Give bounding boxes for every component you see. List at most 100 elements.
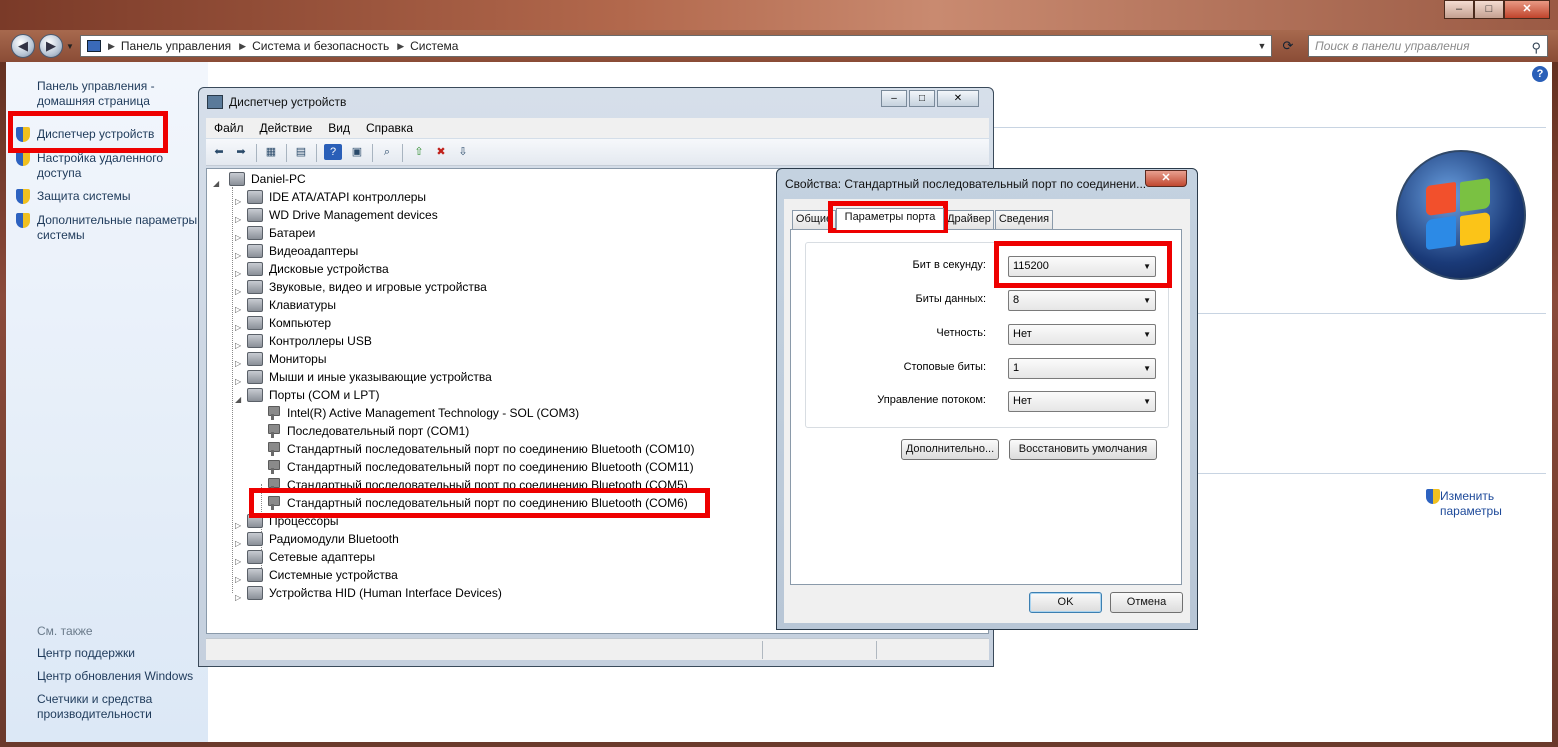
help-icon[interactable]: ?: [324, 144, 342, 160]
device-category-icon: [247, 298, 263, 312]
back-button[interactable]: ◀: [11, 34, 35, 58]
sidebar-item-remote-settings[interactable]: Настройка удаленного доступа: [37, 151, 205, 181]
search-icon[interactable]: ⚲: [1531, 38, 1541, 58]
data-bits-select[interactable]: 8 ▼: [1008, 290, 1156, 311]
serial-port-icon: [265, 424, 281, 438]
forward-button[interactable]: ▶: [39, 34, 63, 58]
collapse-icon[interactable]: ◢: [213, 175, 219, 193]
flow-control-label: Управление потоком:: [877, 394, 986, 406]
sidebar: Панель управления - домашняя страница Ди…: [6, 62, 208, 742]
scan-hardware-icon[interactable]: ⌕: [378, 144, 396, 160]
parity-label: Четность:: [936, 327, 986, 339]
breadcrumb-separator-icon: ▶: [108, 40, 115, 51]
restore-defaults-button[interactable]: Восстановить умолчания: [1009, 439, 1157, 460]
address-dropdown-icon[interactable]: ▼: [1255, 38, 1269, 54]
update-driver-icon[interactable]: ⇧: [410, 144, 428, 160]
refresh-icon: ⟳: [1282, 38, 1294, 53]
flow-control-select[interactable]: Нет ▼: [1008, 391, 1156, 412]
highlight-baud-rate: [994, 241, 1172, 288]
menu-help[interactable]: Справка: [366, 121, 413, 135]
dm-caption-buttons: – □ ✕: [881, 90, 979, 107]
data-bits-value: 8: [1013, 294, 1020, 306]
serial-port-icon: [265, 406, 281, 420]
dm-close-button[interactable]: ✕: [937, 90, 979, 107]
refresh-button[interactable]: ⟳: [1276, 35, 1300, 57]
cancel-button[interactable]: Отмена: [1110, 592, 1183, 613]
expand-icon[interactable]: ▷: [235, 283, 241, 301]
dialog-close-button[interactable]: ✕: [1145, 170, 1187, 187]
forward-arrow-icon: ▶: [46, 38, 56, 53]
breadcrumb-system-security[interactable]: Система и безопасность: [252, 39, 389, 53]
parity-select[interactable]: Нет ▼: [1008, 324, 1156, 345]
address-bar[interactable]: ▶ Панель управления ▶ Система и безопасн…: [80, 35, 1272, 57]
expand-icon[interactable]: ▷: [235, 535, 241, 553]
history-dropdown-icon[interactable]: ▼: [66, 42, 74, 51]
search-input[interactable]: Поиск в панели управления ⚲: [1308, 35, 1548, 57]
back-arrow-icon: ◀: [18, 38, 28, 53]
device-category-icon: [247, 226, 263, 240]
tab-driver[interactable]: Драйвер: [944, 210, 994, 229]
console-icon[interactable]: ▣: [348, 144, 366, 160]
highlight-device-manager: [8, 111, 168, 153]
expand-icon[interactable]: ▷: [235, 589, 241, 607]
expand-icon[interactable]: ▷: [235, 193, 241, 211]
see-also-heading: См. также: [37, 624, 93, 638]
data-bits-label: Биты данных:: [915, 293, 986, 305]
expand-icon[interactable]: ▷: [235, 229, 241, 247]
parity-value: Нет: [1013, 328, 1032, 340]
dm-maximize-button[interactable]: □: [909, 90, 935, 107]
stop-bits-select[interactable]: 1 ▼: [1008, 358, 1156, 379]
see-also-windows-update[interactable]: Центр обновления Windows: [37, 669, 205, 684]
expand-icon[interactable]: ▷: [235, 337, 241, 355]
forward-arrow-icon[interactable]: ➡: [232, 144, 250, 160]
dm-minimize-button[interactable]: –: [881, 90, 907, 107]
menu-file[interactable]: Файл: [214, 121, 244, 135]
chevron-down-icon: ▼: [1143, 330, 1151, 339]
dialog-title: Свойства: Стандартный последовательный п…: [785, 177, 1145, 191]
disable-device-icon[interactable]: ⇩: [454, 144, 472, 160]
breadcrumb-system[interactable]: Система: [410, 39, 458, 53]
device-category-icon: [247, 370, 263, 384]
tab-details[interactable]: Сведения: [995, 210, 1053, 229]
sidebar-home-link[interactable]: Панель управления - домашняя страница: [37, 79, 205, 109]
collapse-icon[interactable]: ◢: [235, 391, 241, 409]
menu-action[interactable]: Действие: [260, 121, 313, 135]
properties-icon[interactable]: ▤: [292, 144, 310, 160]
close-button[interactable]: ✕: [1504, 0, 1550, 19]
expand-icon[interactable]: ▷: [235, 247, 241, 265]
back-arrow-icon[interactable]: ⬅: [210, 144, 228, 160]
device-category-icon: [247, 280, 263, 294]
change-settings-link[interactable]: Изменить параметры: [1426, 489, 1530, 519]
sidebar-item-advanced-settings[interactable]: Дополнительные параметры системы: [37, 213, 205, 243]
sidebar-item-system-protection[interactable]: Защита системы: [37, 189, 205, 204]
minimize-button[interactable]: –: [1444, 0, 1474, 19]
see-also-action-center[interactable]: Центр поддержки: [37, 646, 205, 661]
device-category-icon: [247, 532, 263, 546]
ok-button[interactable]: OK: [1029, 592, 1102, 613]
breadcrumb-control-panel[interactable]: Панель управления: [121, 39, 231, 53]
see-also-performance[interactable]: Счетчики и средства производительности: [37, 692, 205, 722]
device-category-icon: [247, 262, 263, 276]
tab-port-settings[interactable]: Параметры порта: [836, 208, 944, 230]
chevron-down-icon: ▼: [1143, 364, 1151, 373]
expand-icon[interactable]: ▷: [235, 571, 241, 589]
expand-icon[interactable]: ▷: [235, 355, 241, 373]
expand-icon[interactable]: ▷: [235, 265, 241, 283]
help-icon[interactable]: ?: [1532, 66, 1548, 82]
advanced-button[interactable]: Дополнительно...: [901, 439, 999, 460]
expand-icon[interactable]: ▷: [235, 517, 241, 535]
breadcrumb-separator-icon: ▶: [397, 40, 405, 51]
maximize-button[interactable]: □: [1474, 0, 1504, 19]
serial-port-icon: [265, 460, 281, 474]
expand-icon[interactable]: ▷: [235, 373, 241, 391]
device-category-icon: [247, 316, 263, 330]
expand-icon[interactable]: ▷: [235, 301, 241, 319]
expand-icon[interactable]: ▷: [235, 319, 241, 337]
expand-icon[interactable]: ▷: [235, 211, 241, 229]
show-hide-tree-icon[interactable]: ▦: [262, 144, 280, 160]
menu-view[interactable]: Вид: [328, 121, 350, 135]
expand-icon[interactable]: ▷: [235, 553, 241, 571]
dm-statusbar: [206, 638, 989, 660]
device-category-icon: [247, 208, 263, 222]
uninstall-icon[interactable]: ✖: [432, 144, 450, 160]
